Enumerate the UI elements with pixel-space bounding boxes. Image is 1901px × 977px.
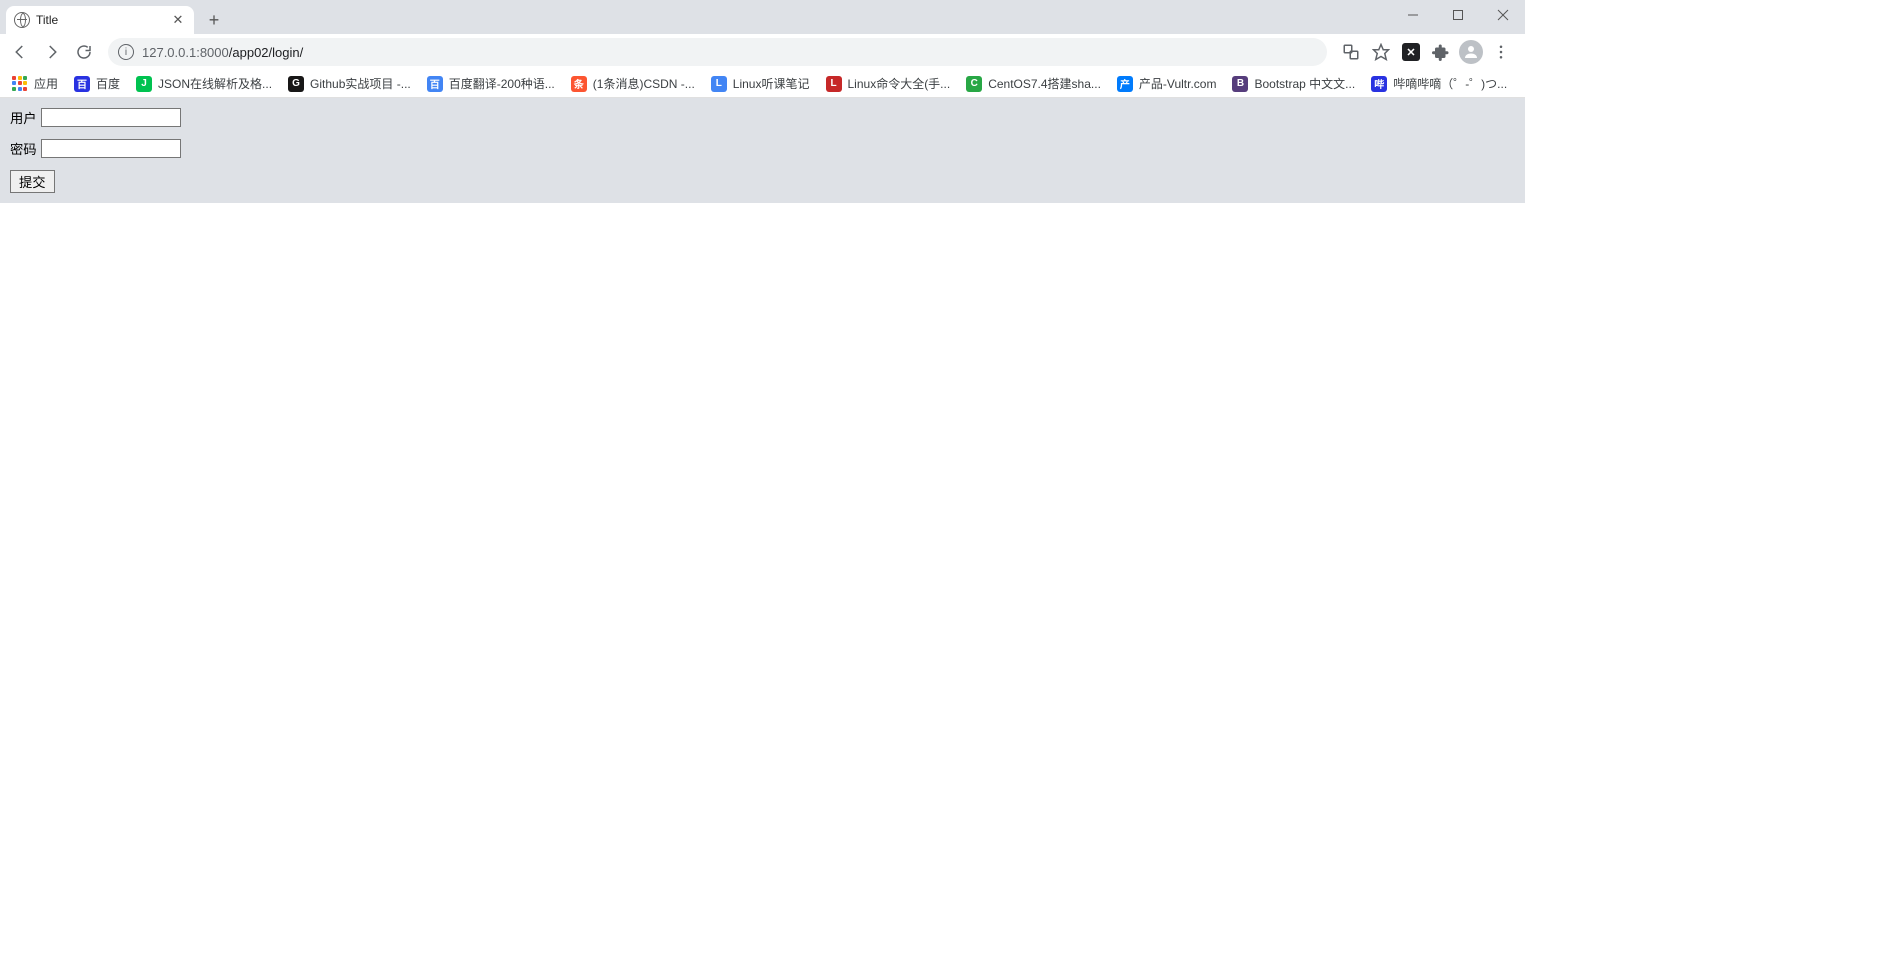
password-label: 密码 [10,139,37,158]
address-bar[interactable]: i 127.0.0.1:8000/app02/login/ [108,38,1327,66]
bookmark-item[interactable]: C CentOS7.4搭建sha... [960,73,1107,94]
window-controls [1390,0,1525,30]
bookmark-item[interactable]: 应用 [6,73,64,94]
bilibili-icon: 哔 [1371,76,1387,92]
extension-x-icon[interactable]: ✕ [1397,38,1425,66]
user-input[interactable] [41,108,181,127]
doc-icon: L [711,76,727,92]
tab-title: Title [36,13,164,27]
password-row: 密码 [10,139,1515,158]
reload-button[interactable] [70,38,98,66]
new-tab-button[interactable]: + [200,6,228,34]
nav-toolbar: i 127.0.0.1:8000/app02/login/ ✕ [0,34,1525,70]
bookmark-label: 产品-Vultr.com [1139,75,1217,92]
bookmark-label: JSON在线解析及格... [158,75,272,92]
bookmark-item[interactable]: 哔哔嘀哔嘀（゜-゜)つ... [1365,73,1513,94]
bookmark-item[interactable]: J JSON在线解析及格... [130,73,278,94]
apps-grid [12,76,28,92]
bookmark-label: 哔嘀哔嘀（゜-゜)つ... [1393,75,1507,92]
bookmark-label: 应用 [34,75,58,92]
csdn-icon: 条 [571,76,587,92]
user-label: 用户 [10,108,37,127]
translate-icon[interactable] [1337,38,1365,66]
forward-button[interactable] [38,38,66,66]
close-window-button[interactable] [1480,0,1525,30]
tab-bar: Title ✕ + [0,0,1525,34]
github-icon: G [288,76,304,92]
globe-icon [14,12,30,28]
extensions-puzzle-icon[interactable] [1427,38,1455,66]
json-badge: J [136,76,152,92]
bookmark-item[interactable]: 条 (1条消息)CSDN -... [565,73,701,94]
password-input[interactable] [41,139,181,158]
url-text: 127.0.0.1:8000/app02/login/ [142,45,303,60]
bookmark-item[interactable]: B Bootstrap 中文文... [1226,73,1361,94]
bookmark-item[interactable]: 产产品-Vultr.com [1111,73,1223,94]
bookmark-item[interactable]: 百百度翻译-200种语... [421,73,561,94]
bookmark-label: CentOS7.4搭建sha... [988,75,1101,92]
bookmark-star-icon[interactable] [1367,38,1395,66]
page-content: 用户 密码 提交 [0,98,1525,203]
profile-avatar[interactable] [1457,38,1485,66]
site-info-icon[interactable]: i [118,44,134,60]
bookmark-label: Linux命令大全(手... [848,75,951,92]
toolbar-right: ✕ [1337,38,1519,66]
bootstrap-icon: B [1232,76,1248,92]
bookmark-label: 百度翻译-200种语... [449,75,555,92]
baidu-paw: 百 [74,76,90,92]
bookmark-item[interactable]: L Linux听课笔记 [705,73,816,94]
bookmark-label: 百度 [96,75,120,92]
minimize-button[interactable] [1390,0,1435,30]
bookmark-item[interactable]: 百百度 [68,73,126,94]
bookmark-label: (1条消息)CSDN -... [593,75,695,92]
translate-icon: 百 [427,76,443,92]
submit-button[interactable]: 提交 [10,170,55,193]
back-button[interactable] [6,38,34,66]
menu-kebab-icon[interactable] [1487,38,1515,66]
bookmark-item[interactable]: L Linux命令大全(手... [820,73,957,94]
browser-window: Title ✕ + i 127.0.0.1:8000/app02/login/ [0,0,1525,203]
bookmark-label: Bootstrap 中文文... [1254,75,1355,92]
centos-icon: C [966,76,982,92]
bookmark-label: Linux听课笔记 [733,75,810,92]
linux-icon: L [826,76,842,92]
vultr-icon: 产 [1117,76,1133,92]
bookmark-label: Github实战项目 -... [310,75,411,92]
user-row: 用户 [10,108,1515,127]
browser-tab[interactable]: Title ✕ [6,6,194,34]
bookmark-item[interactable]: G Github实战项目 -... [282,73,417,94]
close-tab-button[interactable]: ✕ [170,12,186,28]
maximize-button[interactable] [1435,0,1480,30]
bookmarks-bar: 应用百百度JJSON在线解析及格...GGithub实战项目 -...百百度翻译… [0,70,1525,98]
